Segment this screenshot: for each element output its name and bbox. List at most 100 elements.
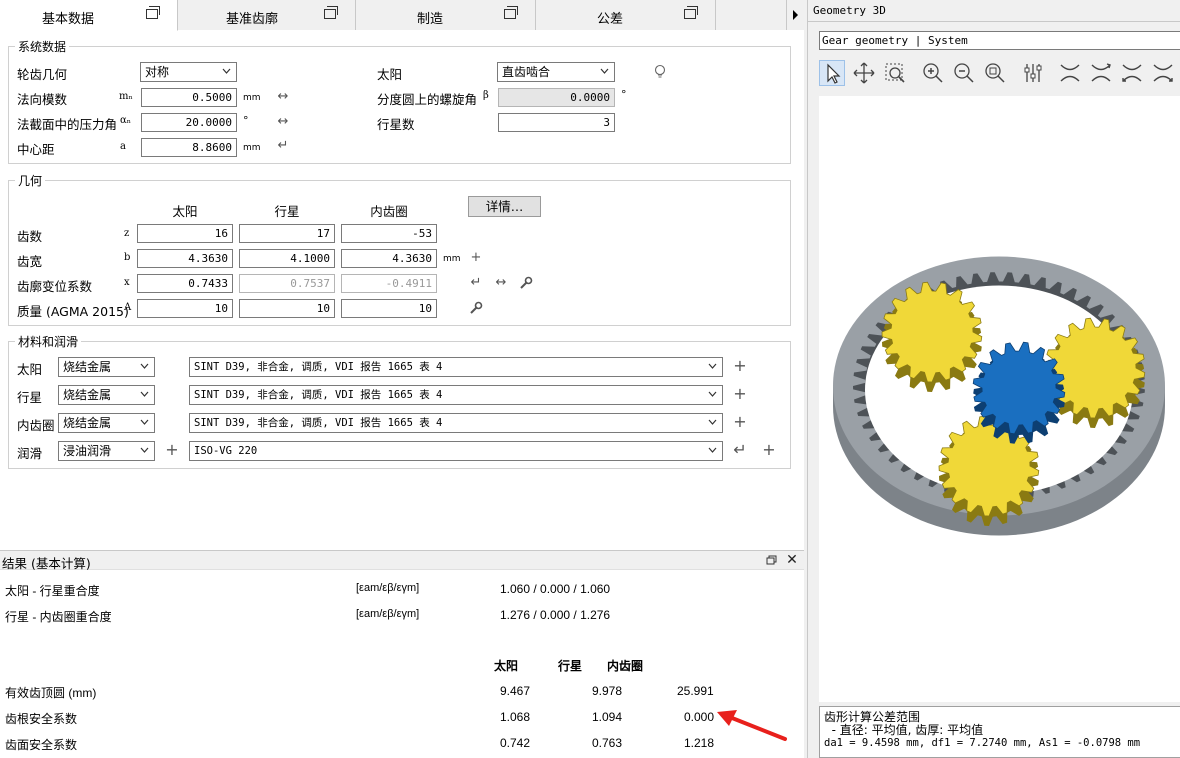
tolerance-line: da1 = 9.4598 mm, df1 = 7.2740 mm, As1 = …: [824, 737, 1141, 749]
material-row-label: 太阳: [17, 362, 43, 377]
wrench-icon[interactable]: [469, 301, 483, 315]
material-type-select[interactable]: 烧结金属: [58, 357, 155, 377]
lubrication-label: 润滑: [17, 446, 43, 461]
normal-module-input[interactable]: 0.5000: [141, 88, 237, 107]
material-type-select[interactable]: 烧结金属: [58, 385, 155, 405]
tab-manufacturing[interactable]: 制造: [356, 0, 536, 30]
plus-icon[interactable]: +: [165, 442, 179, 458]
sun-width-input[interactable]: 4.3630: [137, 249, 233, 268]
swap-arrows-icon[interactable]: ↔: [494, 276, 508, 290]
sun-teeth-input[interactable]: 16: [137, 224, 233, 243]
lubrication-type-select[interactable]: 浸油润滑: [58, 441, 155, 461]
view-3-icon[interactable]: [1119, 60, 1145, 86]
zoom-in-icon[interactable]: [920, 60, 946, 86]
chevron-down-icon: [708, 446, 717, 454]
return-arrow-icon[interactable]: ↵: [733, 442, 747, 458]
ring-quality-input[interactable]: 10: [341, 299, 437, 318]
column-header-ring: 内齿圈: [370, 204, 408, 219]
chevron-down-icon: [140, 362, 149, 370]
material-row-label: 行星: [17, 390, 43, 405]
float-window-icon[interactable]: [765, 554, 779, 568]
results-col-sun: 太阳: [494, 659, 519, 673]
zoom-fit-icon[interactable]: [982, 60, 1008, 86]
result-label: 齿根安全系数: [5, 712, 78, 726]
plus-icon[interactable]: +: [733, 386, 747, 402]
sun-shift-input[interactable]: 0.7433: [137, 274, 233, 293]
results-title: 结果 (基本计算): [2, 556, 91, 571]
tab-strength[interactable]: 强: [716, 0, 826, 30]
view-1-icon[interactable]: [1057, 60, 1083, 86]
mesh-type-select[interactable]: 直齿啮合: [497, 62, 615, 82]
plus-icon[interactable]: +: [469, 251, 483, 265]
results-col-planet: 行星: [558, 659, 583, 673]
geometry-3d-panel: Geometry 3D Gear geometry | System 齿形计算公…: [807, 0, 1180, 758]
pan-icon[interactable]: [851, 60, 877, 86]
swap-arrows-icon[interactable]: ↔: [276, 90, 290, 104]
chevron-down-icon: [708, 390, 717, 398]
return-arrow-icon[interactable]: ↵: [469, 276, 483, 290]
ring-teeth-input[interactable]: -53: [341, 224, 437, 243]
face-width-label: 齿宽: [17, 254, 43, 269]
result-value: 1.068: [500, 710, 531, 724]
group-title: 系统数据: [15, 38, 70, 55]
material-select[interactable]: SINT D39, 非合金, 调质, VDI 报告 1665 表 4: [189, 385, 723, 405]
select-icon[interactable]: [819, 60, 845, 86]
zoom-out-icon[interactable]: [951, 60, 977, 86]
plus-icon[interactable]: +: [733, 358, 747, 374]
planetary-gear-model: [833, 256, 1165, 536]
material-select[interactable]: SINT D39, 非合金, 调质, VDI 报告 1665 表 4: [189, 413, 723, 433]
plus-icon[interactable]: +: [762, 442, 776, 458]
chevron-down-icon: [140, 390, 149, 398]
planet-shift-input[interactable]: 0.7537: [239, 274, 335, 293]
tab-reference-profile[interactable]: 基准齿廓: [178, 0, 356, 30]
view-2-icon[interactable]: [1088, 60, 1114, 86]
gear-geometry-label: 轮齿几何: [17, 67, 68, 82]
panel-title: Geometry 3D: [813, 4, 886, 17]
lightbulb-icon[interactable]: [653, 64, 667, 78]
float-window-icon[interactable]: [504, 6, 518, 19]
view-selector[interactable]: Gear geometry | System: [819, 31, 1180, 50]
float-window-icon[interactable]: [684, 6, 698, 19]
result-value: 1.218: [684, 736, 715, 750]
result-value: 1.060 / 0.000 / 1.060: [500, 582, 611, 596]
normal-module-label: 法向模数: [17, 92, 68, 107]
tab-scroll-right-icon[interactable]: [786, 0, 804, 30]
swap-arrows-icon[interactable]: ↔: [276, 115, 290, 129]
tab-tolerances[interactable]: 公差: [536, 0, 716, 30]
lubricant-select[interactable]: ISO-VG 220: [189, 441, 723, 461]
wrench-icon[interactable]: [519, 276, 533, 290]
gear-3d-view[interactable]: [819, 96, 1180, 702]
annotation-arrow: [717, 710, 787, 741]
view-4-icon[interactable]: [1150, 60, 1176, 86]
helix-angle-input[interactable]: 0.0000: [498, 88, 615, 107]
close-icon[interactable]: ✕: [785, 553, 799, 567]
plus-icon[interactable]: +: [733, 414, 747, 430]
gear-geometry-select[interactable]: 对称: [140, 62, 237, 82]
planet-quality-input[interactable]: 10: [239, 299, 335, 318]
result-label: 太阳 - 行星重合度: [5, 584, 100, 598]
zoom-window-icon[interactable]: [882, 60, 908, 86]
center-distance-input[interactable]: 8.8600: [141, 138, 237, 157]
planet-teeth-input[interactable]: 17: [239, 224, 335, 243]
pressure-angle-input[interactable]: 20.0000: [141, 113, 237, 132]
ring-shift-input[interactable]: -0.4911: [341, 274, 437, 293]
material-row-label: 内齿圈: [17, 418, 55, 433]
geometry-3d-header: Geometry 3D: [808, 0, 1180, 22]
material-type-select[interactable]: 烧结金属: [58, 413, 155, 433]
float-window-icon[interactable]: [324, 6, 338, 19]
tab-bar: 基本数据 基准齿廓 制造 公差 强: [0, 0, 826, 31]
float-window-icon[interactable]: [146, 6, 160, 19]
chevron-down-icon: [222, 67, 231, 75]
settings-sliders-icon[interactable]: [1020, 60, 1046, 86]
tolerance-subtitle: - 直径: 平均值, 齿厚: 平均值: [824, 723, 984, 737]
planet-width-input[interactable]: 4.1000: [239, 249, 335, 268]
tab-basic-data[interactable]: 基本数据: [0, 0, 178, 31]
details-button[interactable]: 详情…: [468, 196, 541, 217]
results-header: 结果 (基本计算) ✕: [0, 550, 804, 571]
material-select[interactable]: SINT D39, 非合金, 调质, VDI 报告 1665 表 4: [189, 357, 723, 377]
results-col-ring: 内齿圈: [607, 659, 644, 673]
return-arrow-icon[interactable]: ↵: [276, 139, 290, 153]
ring-width-input[interactable]: 4.3630: [341, 249, 437, 268]
sun-quality-input[interactable]: 10: [137, 299, 233, 318]
planets-count-input[interactable]: 3: [498, 113, 615, 132]
